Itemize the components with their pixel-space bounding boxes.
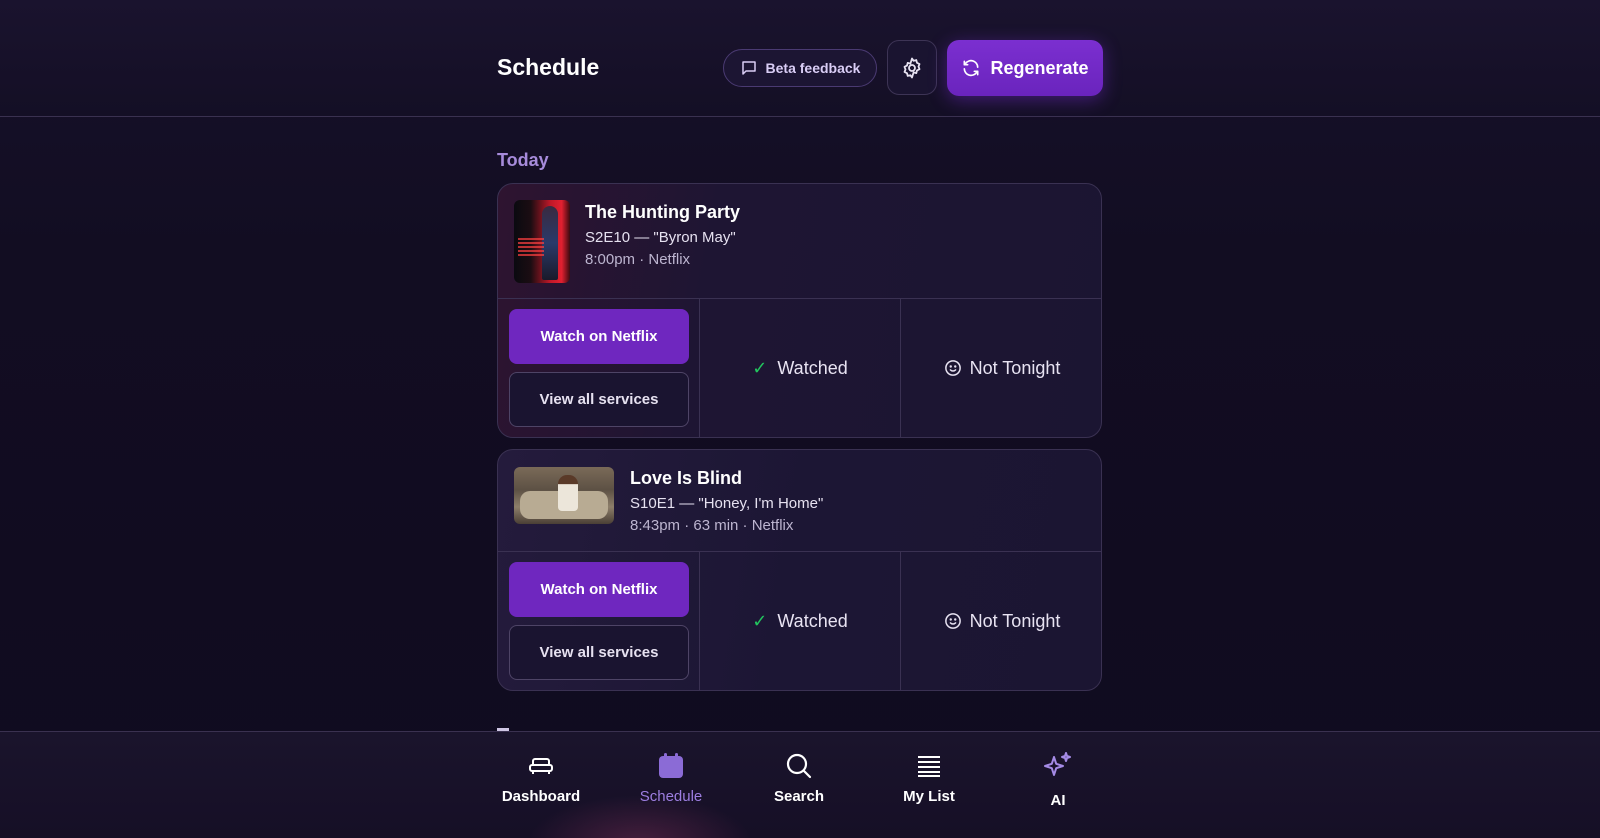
- not-tonight-label: Not Tonight: [969, 357, 1061, 378]
- not-tonight-label: Not Tonight: [969, 610, 1061, 631]
- watched-button[interactable]: ✓ Watched: [700, 299, 901, 437]
- nav-item-dashboard[interactable]: Dashboard: [486, 750, 596, 820]
- card-actions: Watch on Netflix View all services ✓ Wat…: [498, 299, 1101, 437]
- not-tonight-button[interactable]: Not Tonight: [901, 552, 1101, 690]
- sparkles-icon: [1044, 752, 1071, 776]
- beta-feedback-label: Beta feedback: [765, 60, 861, 76]
- bottom-nav: Dashboard Schedule Search My List AI: [0, 731, 1600, 838]
- regenerate-button[interactable]: Regenerate: [947, 40, 1103, 96]
- watched-button[interactable]: ✓ Watched: [700, 552, 901, 690]
- nav-label: AI: [1050, 792, 1066, 809]
- watched-label: Watched: [777, 610, 848, 631]
- beta-feedback-button[interactable]: Beta feedback: [723, 49, 877, 87]
- watch-column: Watch on Netflix View all services: [498, 299, 700, 437]
- regenerate-label: Regenerate: [990, 57, 1089, 78]
- show-thumbnail: [514, 467, 614, 524]
- show-title: Love Is Blind: [630, 468, 743, 488]
- nav-label: Schedule: [639, 788, 703, 805]
- couch-icon: [529, 758, 553, 774]
- watch-on-netflix-button[interactable]: Watch on Netflix: [509, 562, 689, 617]
- nav-item-search[interactable]: Search: [744, 750, 854, 820]
- check-icon: ✓: [752, 610, 768, 631]
- settings-button[interactable]: [887, 40, 937, 95]
- search-icon: [786, 753, 812, 779]
- refresh-icon: [963, 59, 979, 77]
- nav-item-my-list[interactable]: My List: [874, 750, 984, 820]
- nav-item-ai[interactable]: AI: [1003, 750, 1113, 820]
- calendar-icon: [659, 753, 683, 778]
- page-title: Schedule: [497, 54, 600, 80]
- chat-bubble-icon: [741, 61, 756, 75]
- air-meta: 8:43pm · 63 min · Netflix: [630, 517, 794, 534]
- nav-label: Dashboard: [501, 788, 581, 805]
- view-all-services-button[interactable]: View all services: [509, 625, 689, 680]
- card-header: Love Is Blind S10E1 — "Honey, I'm Home" …: [498, 450, 1101, 552]
- check-icon: ✓: [752, 357, 768, 378]
- nav-item-schedule[interactable]: Schedule: [616, 750, 726, 820]
- episode-info: S10E1 — "Honey, I'm Home": [630, 495, 824, 512]
- episode-info: S2E10 — "Byron May": [585, 229, 736, 246]
- watched-label: Watched: [777, 357, 848, 378]
- nav-label: My List: [903, 788, 955, 805]
- schedule-card: The Hunting Party S2E10 — "Byron May" 8:…: [497, 183, 1102, 438]
- view-all-services-button[interactable]: View all services: [509, 372, 689, 427]
- show-poster: [514, 200, 570, 283]
- gear-icon: [903, 57, 921, 78]
- list-icon: [918, 756, 940, 777]
- watch-column: Watch on Netflix View all services: [498, 552, 700, 690]
- header: Schedule Beta feedback Regenerate: [0, 0, 1600, 117]
- smiley-icon: [944, 613, 961, 629]
- show-title: The Hunting Party: [585, 202, 741, 222]
- card-header: The Hunting Party S2E10 — "Byron May" 8:…: [498, 184, 1101, 299]
- air-meta: 8:00pm · Netflix: [585, 251, 691, 268]
- nav-label: Search: [773, 788, 825, 805]
- schedule-card: Love Is Blind S10E1 — "Honey, I'm Home" …: [497, 449, 1102, 691]
- watch-on-netflix-button[interactable]: Watch on Netflix: [509, 309, 689, 364]
- not-tonight-button[interactable]: Not Tonight: [901, 299, 1101, 437]
- card-actions: Watch on Netflix View all services ✓ Wat…: [498, 552, 1101, 690]
- section-today-label: Today: [497, 150, 549, 170]
- smiley-icon: [944, 360, 961, 376]
